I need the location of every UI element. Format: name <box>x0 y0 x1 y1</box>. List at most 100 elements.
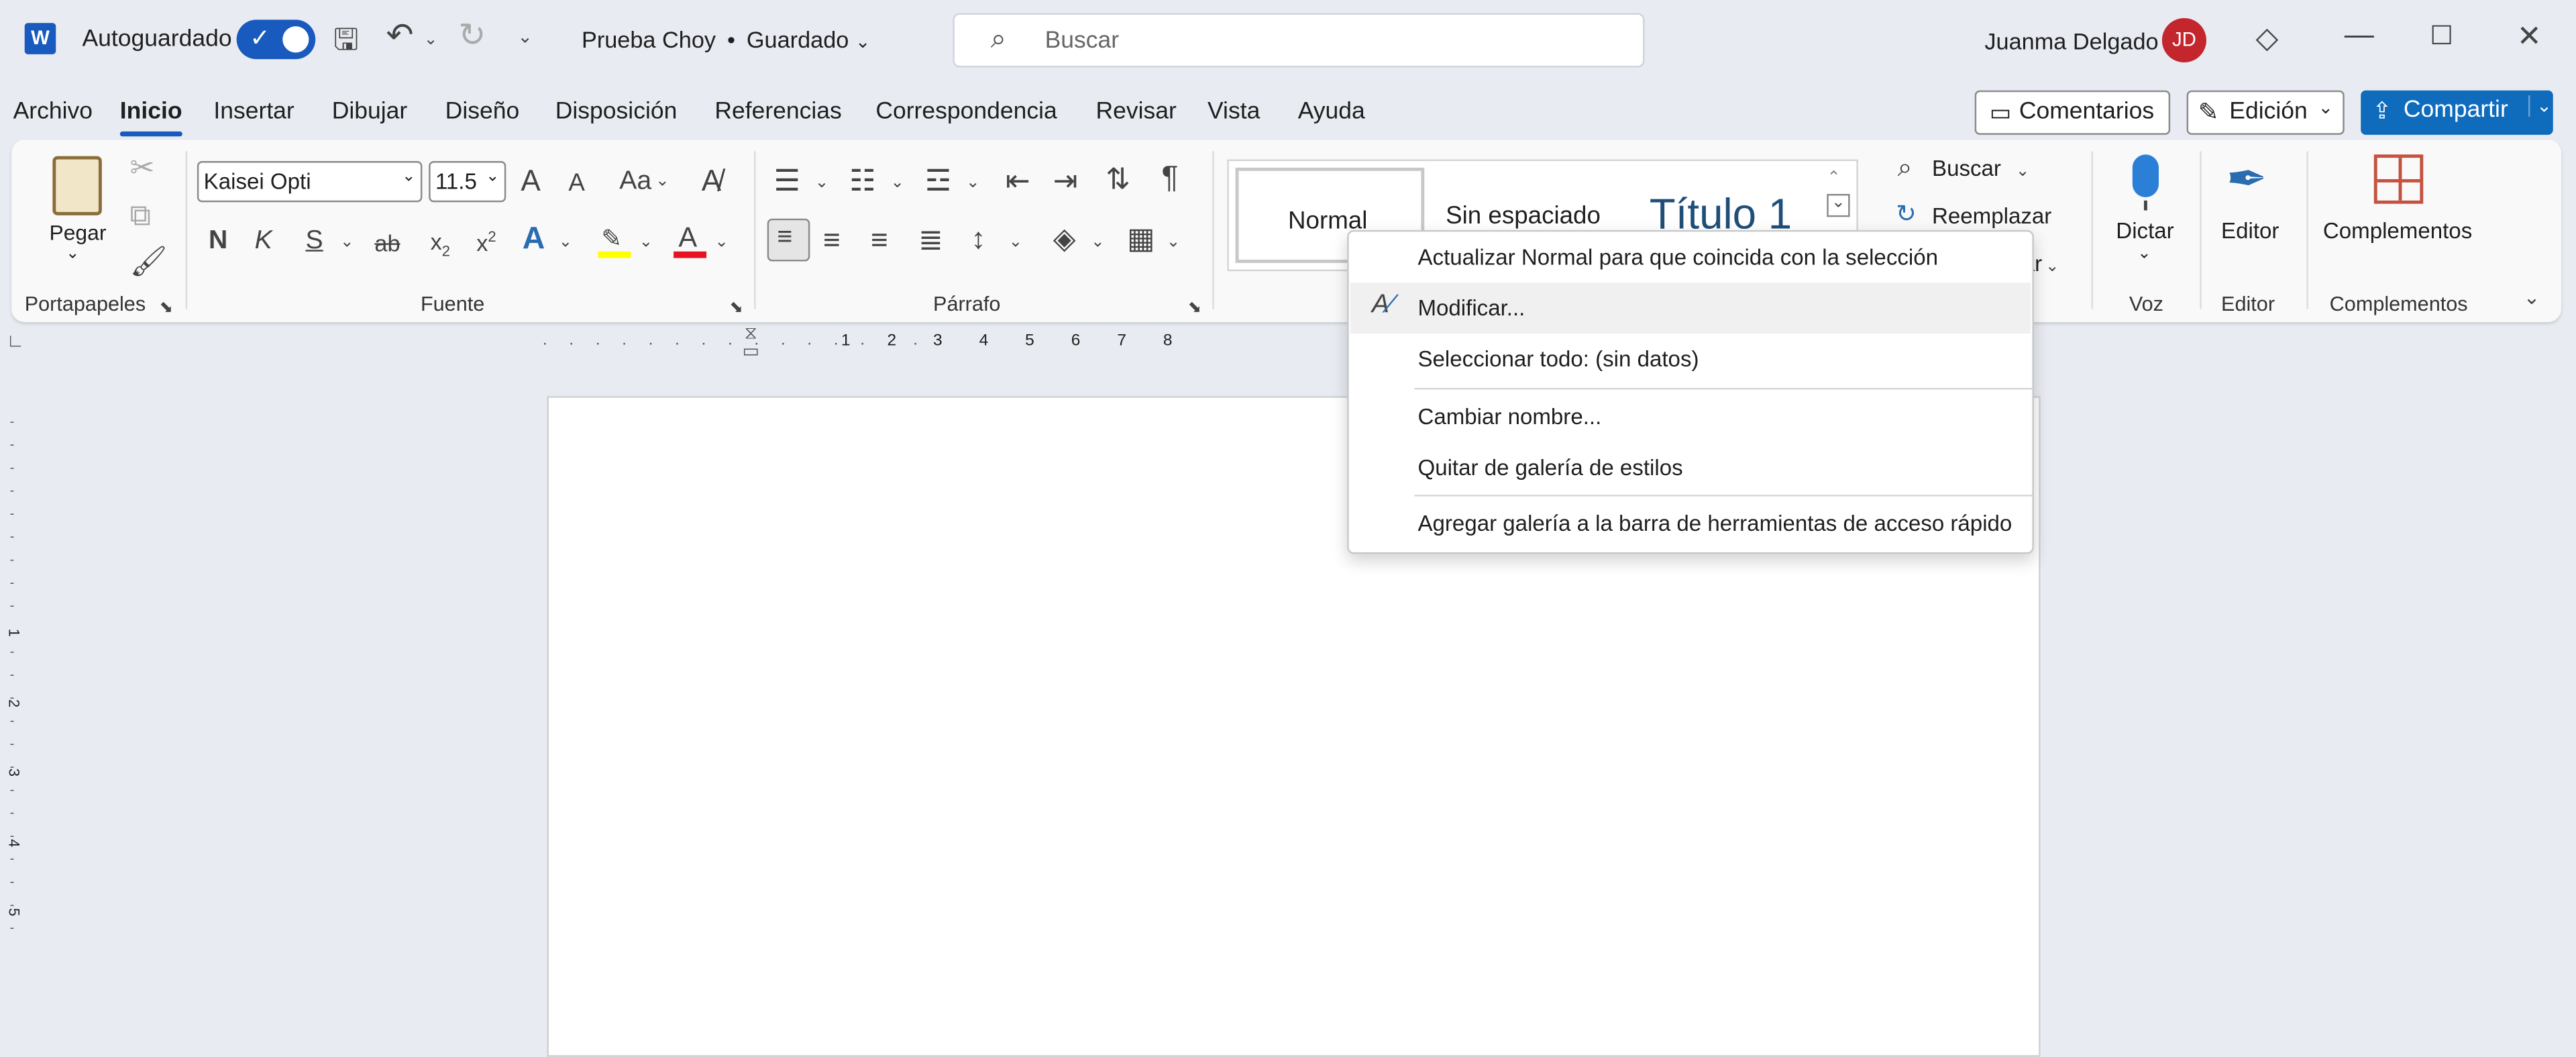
strikethrough-icon[interactable]: ab <box>374 228 400 258</box>
grow-font-icon[interactable]: A <box>521 166 540 195</box>
format-painter-icon[interactable]: 🖌 <box>129 246 167 276</box>
line-spacing-icon[interactable]: ↕ <box>971 223 985 253</box>
chevron-down-icon[interactable]: ⌄ <box>1091 228 1105 258</box>
font-name-select[interactable]: Kaisei Opti ⌄ <box>197 161 423 203</box>
find-icon[interactable]: ⌕ <box>1898 154 1913 184</box>
addins-button[interactable]: Complementos <box>2323 151 2479 283</box>
sort-icon[interactable]: ⇅ <box>1106 164 1130 194</box>
italic-icon[interactable]: K <box>255 227 272 256</box>
chevron-down-icon[interactable]: ⌄ <box>2016 158 2030 187</box>
align-right-icon[interactable]: ≡ <box>871 225 888 255</box>
multilevel-list-icon[interactable]: ☲ <box>925 166 952 195</box>
user-name[interactable]: Juanma Delgado <box>1984 28 2158 54</box>
tab-diseno[interactable]: Diseño <box>445 99 520 125</box>
show-formatting-icon[interactable]: ¶ <box>1161 162 1178 194</box>
close-icon[interactable]: ✕ <box>2517 21 2542 51</box>
chevron-down-icon[interactable]: ⌄ <box>655 168 669 197</box>
menu-item-select-all[interactable]: Seleccionar todo: (sin datos) <box>1417 347 1699 372</box>
diamond-icon[interactable]: ◇ <box>2255 23 2278 52</box>
chevron-down-icon[interactable]: ⌄ <box>340 228 354 258</box>
shrink-font-icon[interactable]: A <box>568 169 585 199</box>
font-color-button[interactable]: A <box>672 222 708 260</box>
chevron-down-icon[interactable]: ⌄ <box>639 228 653 258</box>
text-effects-icon[interactable]: A <box>523 223 545 255</box>
avatar[interactable]: JD <box>2161 17 2207 63</box>
edit-mode-button[interactable]: ✎ Edición ⌄ <box>2186 90 2345 135</box>
dialog-launcher-icon[interactable]: ⬊ <box>160 294 174 323</box>
menu-item-rename[interactable]: Cambiar nombre... <box>1417 404 1601 429</box>
dialog-launcher-icon[interactable]: ⬊ <box>1188 294 1202 323</box>
menu-item-remove-from-gallery[interactable]: Quitar de galería de estilos <box>1417 455 1682 480</box>
chevron-down-icon[interactable]: ⌄ <box>1009 228 1023 258</box>
tab-referencias[interactable]: Referencias <box>714 99 841 125</box>
chevron-down-icon[interactable]: ⌄ <box>424 26 438 56</box>
chevron-down-icon[interactable]: ⌄ <box>559 228 573 258</box>
tab-selector-icon[interactable]: ∟ <box>7 332 24 352</box>
chevron-down-icon[interactable]: ⌄ <box>966 169 980 199</box>
tab-correspondencia[interactable]: Correspondencia <box>875 99 1057 125</box>
paste-button[interactable]: Pegar ⌄ <box>46 153 109 271</box>
change-case-icon[interactable]: Aa <box>619 168 651 197</box>
comments-button[interactable]: ▭ Comentarios <box>1974 90 2171 135</box>
vertical-ruler[interactable]: - - - - - - - - - - - - - - - - - - - - … <box>5 395 28 974</box>
replace-button[interactable]: Reemplazar <box>1932 204 2051 229</box>
numbering-icon[interactable]: ☷ <box>849 166 876 195</box>
ruler-tick-marks: - - - - - - - - - - - - - - - - - - - - … <box>9 414 15 936</box>
customize-qat-icon[interactable]: ⌄ <box>517 23 533 52</box>
editor-button[interactable]: ✒ Editor <box>2216 151 2292 283</box>
dictate-button[interactable]: Dictar ⌄ <box>2111 151 2184 283</box>
dialog-launcher-icon[interactable]: ⬊ <box>729 294 743 323</box>
borders-icon[interactable]: ▦ <box>1127 223 1155 253</box>
chevron-down-icon[interactable]: ⌄ <box>815 169 829 199</box>
tab-vista[interactable]: Vista <box>1208 99 1260 125</box>
indent-marker-icon[interactable]: ⧖ ▭ <box>741 325 760 362</box>
tab-inicio[interactable]: Inicio <box>119 99 182 137</box>
horizontal-ruler[interactable]: · · · · · · · · · · · · · · · 1 2 3 4 5 … <box>542 330 1364 354</box>
gallery-scroll-down-icon[interactable]: ⌄ <box>1827 193 1850 217</box>
tab-insertar[interactable]: Insertar <box>213 99 294 125</box>
group-label-font: Fuente <box>420 292 485 316</box>
bullets-icon[interactable]: ☰ <box>773 166 800 195</box>
menu-item-add-gallery-to-qat[interactable]: Agregar galería a la barra de herramient… <box>1417 511 2012 536</box>
chevron-down-icon[interactable]: ⌄ <box>1167 228 1181 258</box>
tab-revisar[interactable]: Revisar <box>1095 99 1176 125</box>
save-icon[interactable]: 🖫 <box>333 25 359 54</box>
maximize-icon[interactable]: ☐ <box>2430 23 2453 52</box>
font-size-select[interactable]: 11.5 ⌄ <box>429 161 506 203</box>
align-center-icon[interactable]: ≡ <box>823 225 841 255</box>
clear-formatting-icon[interactable]: A̸ <box>702 166 721 195</box>
search-box[interactable]: ⌕ Buscar <box>953 13 1645 68</box>
subscript-icon[interactable]: x2 <box>431 228 450 259</box>
replace-icon[interactable]: ↻ <box>1896 201 1917 230</box>
find-button[interactable]: Buscar <box>1932 156 2001 181</box>
underline-icon[interactable]: S <box>306 227 323 256</box>
highlight-color-button[interactable]: ✎ <box>596 223 633 260</box>
increase-indent-icon[interactable]: ⇥ <box>1053 166 1078 195</box>
align-left-button[interactable]: ≡ <box>767 218 810 262</box>
minimize-icon[interactable]: — <box>2345 19 2374 49</box>
share-button[interactable]: ⇪ Compartir ⌄ <box>2361 90 2553 135</box>
copy-icon[interactable]: ⧉ <box>129 201 150 230</box>
tab-archivo[interactable]: Archivo <box>13 99 93 125</box>
cut-icon[interactable]: ✂ <box>129 153 154 183</box>
document-title[interactable]: Prueba Choy • Guardado ⌄ <box>582 26 871 52</box>
chevron-down-icon[interactable]: ⌄ <box>890 169 904 199</box>
collapse-ribbon-icon[interactable]: ⌄ <box>2524 283 2540 312</box>
style-no-spacing[interactable]: Sin espaciado <box>1446 202 1601 230</box>
gallery-scroll-up-icon[interactable]: ⌃ <box>1827 164 1841 194</box>
bold-icon[interactable]: N <box>209 227 227 256</box>
menu-item-modify[interactable]: Modificar... <box>1417 296 1525 321</box>
undo-icon[interactable]: ↶ <box>386 19 414 52</box>
tab-dibujar[interactable]: Dibujar <box>332 99 408 125</box>
chevron-down-icon[interactable]: ⌄ <box>714 228 729 258</box>
decrease-indent-icon[interactable]: ⇤ <box>1006 166 1030 195</box>
tab-ayuda[interactable]: Ayuda <box>1298 99 1365 125</box>
tab-disposicion[interactable]: Disposición <box>555 99 678 125</box>
menu-item-update-normal[interactable]: Actualizar Normal para que coincida con … <box>1417 245 1938 270</box>
shading-icon[interactable]: ◈ <box>1053 223 1076 253</box>
superscript-icon[interactable]: x2 <box>476 228 496 256</box>
redo-icon[interactable]: ↻ <box>458 19 486 52</box>
autosave-toggle[interactable]: ✓ <box>236 19 316 60</box>
justify-icon[interactable]: ≣ <box>918 225 943 255</box>
chevron-down-icon[interactable]: ⌄ <box>2045 253 2059 283</box>
